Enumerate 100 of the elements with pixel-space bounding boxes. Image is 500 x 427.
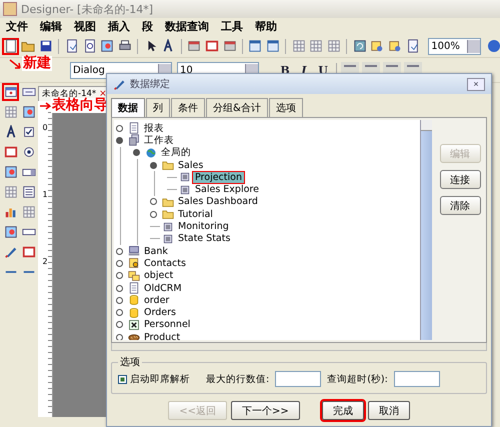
tree-expander-icon[interactable] (116, 284, 123, 292)
tree-item[interactable]: Monitoring (176, 221, 231, 232)
tab[interactable]: 列 (146, 98, 170, 117)
ok-button-icon (22, 85, 36, 99)
side-button[interactable]: 清除 (440, 196, 480, 215)
input-field[interactable] (394, 371, 440, 387)
menu-item[interactable]: 工具 (221, 19, 243, 34)
tree-item[interactable]: 全局的 (159, 146, 193, 160)
grid-icon (309, 39, 324, 53)
menu-item[interactable]: 视图 (74, 19, 96, 34)
checkbox[interactable]: 启动即席解析 (118, 372, 190, 386)
tree-item[interactable]: Product (142, 332, 182, 340)
tree-item[interactable]: Sales Dashboard (176, 196, 260, 208)
side-button[interactable]: 连接 (440, 170, 480, 189)
horizontal-scrollbar[interactable] (111, 343, 487, 351)
window-icon (266, 39, 280, 53)
tree-item[interactable]: OldCRM (142, 282, 184, 294)
query-icon (388, 39, 402, 53)
tree-expander-icon[interactable] (116, 334, 123, 340)
folder-icon (21, 39, 36, 53)
grid-icon (4, 185, 18, 199)
tab[interactable]: 条件 (171, 98, 205, 117)
tree-expander-icon[interactable] (116, 321, 123, 328)
table-item-icon (179, 171, 191, 184)
database-icon (128, 306, 140, 319)
tab[interactable]: 数据 (111, 98, 145, 117)
tree-item[interactable]: Tutorial (176, 208, 215, 220)
picture-icon (4, 165, 18, 179)
menu-item[interactable]: 编辑 (40, 19, 62, 34)
new-document-icon (4, 39, 18, 53)
tree-expander-icon[interactable] (116, 260, 123, 267)
computer-icon (128, 245, 140, 258)
tree-item[interactable]: order (142, 294, 172, 306)
grid-icon (4, 105, 18, 119)
tree-expander-icon[interactable] (116, 309, 123, 316)
tree-expander-icon[interactable] (116, 136, 123, 144)
band-icon (187, 39, 202, 53)
folder-icon (162, 196, 174, 208)
list-icon (22, 185, 36, 199)
tree-item[interactable]: Bank (142, 246, 170, 257)
field-label: 最大的行数值: (206, 372, 270, 386)
page-icon (406, 39, 420, 53)
tree-item[interactable]: Sales Explore (193, 184, 261, 196)
tab[interactable]: 分组&合计 (206, 98, 268, 117)
stacked-pages-icon (128, 134, 140, 146)
menu-item[interactable]: 数据查询 (165, 19, 209, 34)
tree-item[interactable]: State Stats (176, 233, 232, 244)
tree-item[interactable]: object (142, 270, 176, 282)
menu-item[interactable]: 帮助 (255, 19, 277, 34)
tree-expander-icon[interactable] (150, 162, 157, 169)
tree-expander-icon[interactable] (116, 272, 123, 280)
palette-tool[interactable] (2, 83, 19, 101)
grid-icon (292, 39, 306, 53)
spreadsheet-icon (128, 318, 140, 331)
window-title: Designer- [未命名的-14*] (21, 2, 154, 16)
checkbox-icon (22, 125, 36, 139)
menu-item[interactable]: 段 (142, 19, 153, 34)
group-title: 选项 (119, 356, 141, 369)
close-button[interactable]: × (467, 78, 485, 90)
text-tool-icon (4, 125, 18, 139)
annotation-arrow (8, 59, 22, 71)
tree-item[interactable]: Projection (193, 172, 244, 183)
pen-icon (4, 245, 18, 259)
table-item-icon (162, 232, 174, 245)
tree-item[interactable]: Contacts (142, 258, 188, 269)
printer-icon (118, 39, 132, 53)
tree-item[interactable]: Personnel (142, 319, 192, 330)
tree-expander-icon[interactable] (116, 124, 123, 132)
menu-item[interactable]: 插入 (108, 19, 130, 34)
radio-icon (22, 145, 36, 159)
input-field[interactable] (275, 371, 322, 387)
zoom-combo[interactable]: 100% (428, 38, 482, 54)
tree-expander-icon[interactable] (150, 210, 157, 218)
tree-expander-icon[interactable] (116, 248, 123, 255)
close-tab-button[interactable]: × (99, 89, 107, 99)
dialog-button[interactable]: 取消 (368, 401, 410, 420)
tree-item[interactable]: 报表 (142, 122, 166, 135)
scrollbar[interactable] (420, 120, 432, 340)
tree-expander-icon[interactable] (116, 296, 123, 304)
refresh-icon (352, 39, 367, 53)
tree-expander-icon[interactable] (133, 149, 140, 156)
object-icon (128, 270, 140, 282)
ruler-number: 1 (42, 190, 48, 199)
globe-icon (145, 146, 157, 159)
dialog-button[interactable]: 完成 (322, 401, 364, 420)
tree-item[interactable]: Sales (176, 160, 206, 171)
toolbar-button[interactable] (2, 38, 19, 54)
preview-icon (82, 39, 96, 53)
menu-item[interactable]: 文件 (6, 19, 28, 34)
annotation-label: 表格向导 (51, 98, 109, 113)
tree-item[interactable]: Orders (142, 307, 178, 318)
pen-icon (113, 78, 126, 90)
ruler-number: 2 (42, 257, 48, 266)
tab[interactable]: 选项 (268, 98, 303, 117)
page-icon (64, 39, 79, 53)
frame-icon (22, 245, 36, 259)
tree-expander-icon[interactable] (150, 198, 157, 206)
dialog-title: 数据绑定 (130, 78, 171, 91)
tree-item[interactable]: 工作表 (142, 134, 176, 147)
dialog-button[interactable]: 下一个>> (231, 401, 300, 420)
